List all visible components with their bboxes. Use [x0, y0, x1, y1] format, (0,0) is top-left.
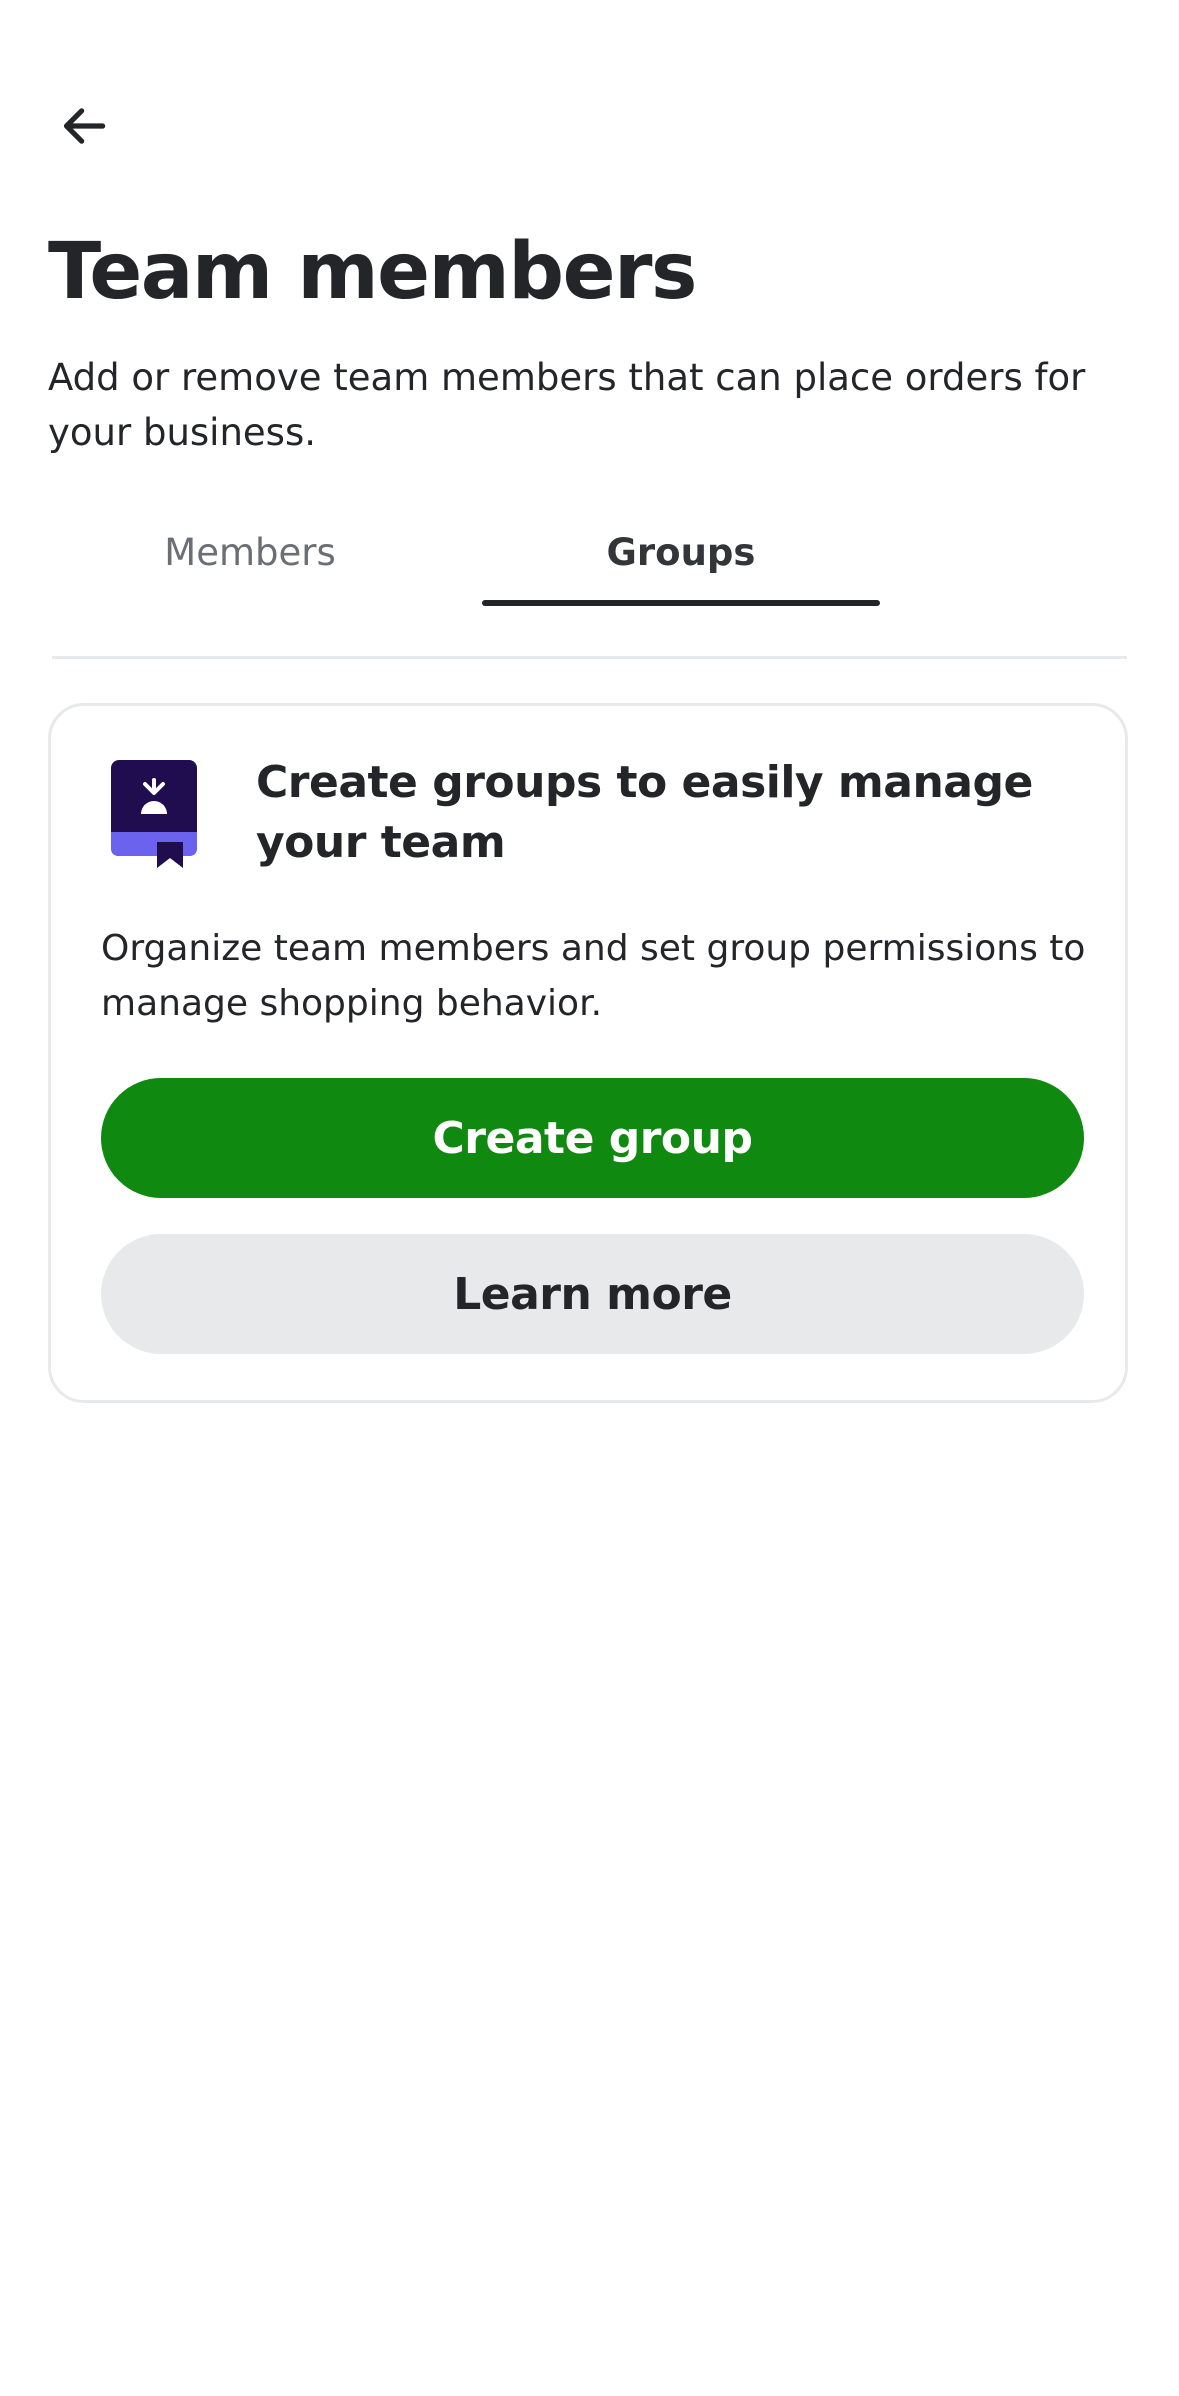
create-group-button[interactable]: Create group [101, 1078, 1084, 1198]
learn-more-button[interactable]: Learn more [101, 1234, 1084, 1354]
book-bookmark-icon [111, 760, 197, 868]
tab-groups[interactable]: Groups [482, 500, 880, 604]
card-description: Organize team members and set group perm… [101, 928, 1086, 1024]
tab-members[interactable]: Members [52, 500, 448, 604]
arrow-left-icon [63, 108, 106, 144]
page-subtitle: Add or remove team members that can plac… [48, 356, 1086, 454]
back-button[interactable] [48, 90, 120, 162]
tab-selected-indicator [482, 600, 880, 606]
create-groups-card: Create groups to easily manage your team… [48, 703, 1128, 1403]
tab-bar: Members Groups [52, 500, 1127, 659]
card-title: Create groups to easily manage your team [256, 757, 1033, 868]
page-title: Team members [48, 227, 697, 317]
